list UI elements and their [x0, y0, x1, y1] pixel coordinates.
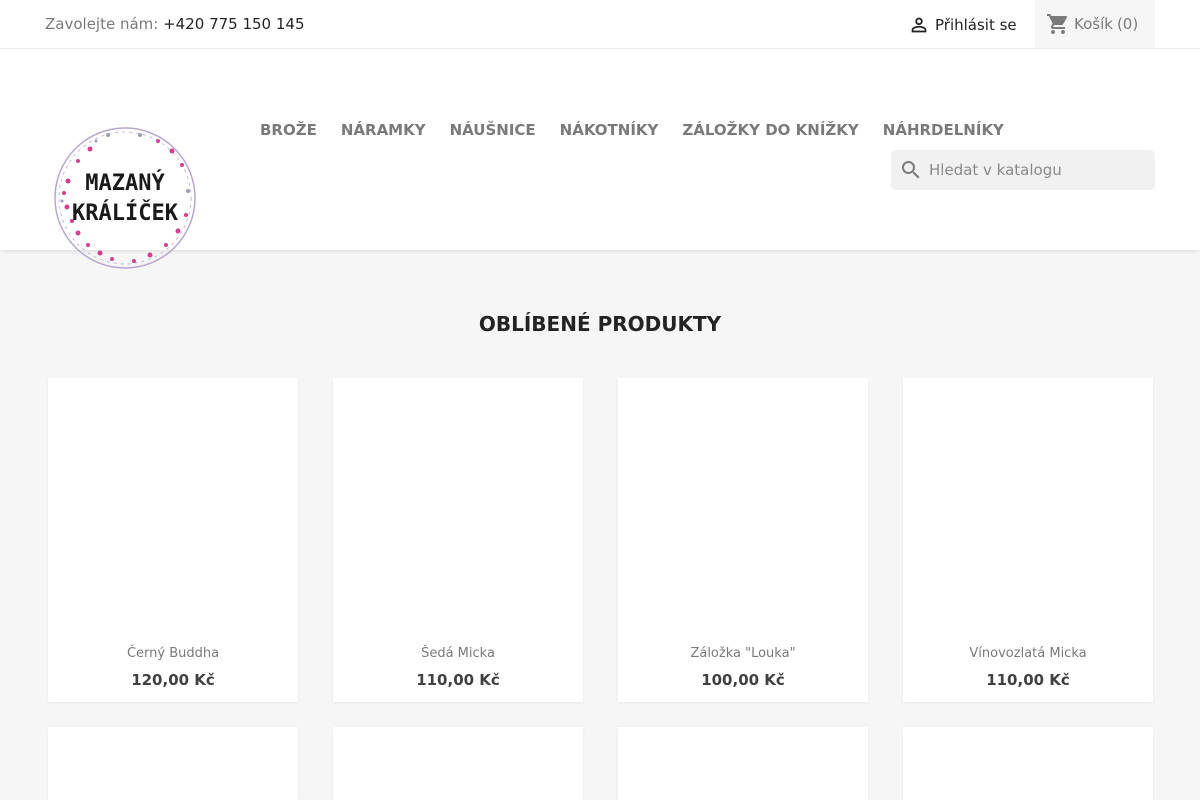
product-image[interactable]: [618, 378, 868, 628]
product-image[interactable]: [333, 378, 583, 628]
product-price: 120,00 Kč: [131, 671, 215, 689]
nav-item-naramky[interactable]: NÁRAMKY: [329, 121, 438, 139]
product-card[interactable]: [903, 727, 1153, 800]
phone-link[interactable]: +420 775 150 145: [163, 15, 304, 33]
nav-item-nakotniky[interactable]: NÁKOTNÍKY: [548, 121, 671, 139]
section-title: OBLÍBENÉ PRODUKTY: [478, 312, 722, 336]
contact-info: Zavolejte nám: +420 775 150 145: [45, 15, 305, 33]
product-price: 110,00 Kč: [986, 671, 1070, 689]
product-price: 100,00 Kč: [701, 671, 785, 689]
product-price: 110,00 Kč: [416, 671, 500, 689]
signin-label: Přihlásit se: [935, 16, 1017, 34]
product-card[interactable]: Šedá Micka 110,00 Kč: [333, 378, 583, 702]
contact-label: Zavolejte nám:: [45, 15, 159, 33]
search-input[interactable]: [929, 161, 1139, 179]
product-card[interactable]: Záložka "Louka" 100,00 Kč: [618, 378, 868, 702]
product-name[interactable]: Vínovozlatá Micka: [903, 646, 1153, 661]
search-box: [891, 150, 1155, 190]
product-card[interactable]: [48, 727, 298, 800]
site-header: MAZANÝ KRÁLÍČEK BROŽE NÁRAMKY NÁUŠNICE N…: [0, 49, 1200, 269]
logo[interactable]: MAZANÝ KRÁLÍČEK: [48, 121, 202, 275]
search-icon[interactable]: [899, 158, 923, 182]
logo-line-1: MAZANÝ: [85, 171, 165, 196]
main-nav: BROŽE NÁRAMKY NÁUŠNICE NÁKOTNÍKY ZÁLOŽKY…: [248, 121, 1016, 139]
nav-item-zalozky[interactable]: ZÁLOŽKY DO KNÍŽKY: [670, 121, 870, 139]
cart-button[interactable]: Košík (0): [1035, 0, 1155, 48]
logo-line-2: KRÁLÍČEK: [72, 201, 178, 226]
product-name[interactable]: Černý Buddha: [48, 646, 298, 661]
product-card[interactable]: [333, 727, 583, 800]
top-bar: Zavolejte nám: +420 775 150 145 Přihlási…: [0, 0, 1200, 49]
product-name[interactable]: Záložka "Louka": [618, 646, 868, 661]
cart-label: Košík: [1074, 15, 1113, 33]
cart-count: (0): [1116, 15, 1139, 33]
user-icon: [911, 17, 927, 33]
nav-item-broze[interactable]: BROŽE: [248, 121, 329, 139]
nav-item-nahrdelniky[interactable]: NÁHRDELNÍKY: [871, 121, 1016, 139]
shopping-cart-icon: [1047, 14, 1068, 34]
product-card[interactable]: Černý Buddha 120,00 Kč: [48, 378, 298, 702]
product-card[interactable]: [618, 727, 868, 800]
nav-item-nausnice[interactable]: NÁUŠNICE: [438, 121, 548, 139]
signin-link[interactable]: Přihlásit se: [908, 14, 1017, 36]
product-image[interactable]: [48, 378, 298, 628]
product-card[interactable]: Vínovozlatá Micka 110,00 Kč: [903, 378, 1153, 702]
product-image[interactable]: [903, 378, 1153, 628]
product-name[interactable]: Šedá Micka: [333, 646, 583, 661]
